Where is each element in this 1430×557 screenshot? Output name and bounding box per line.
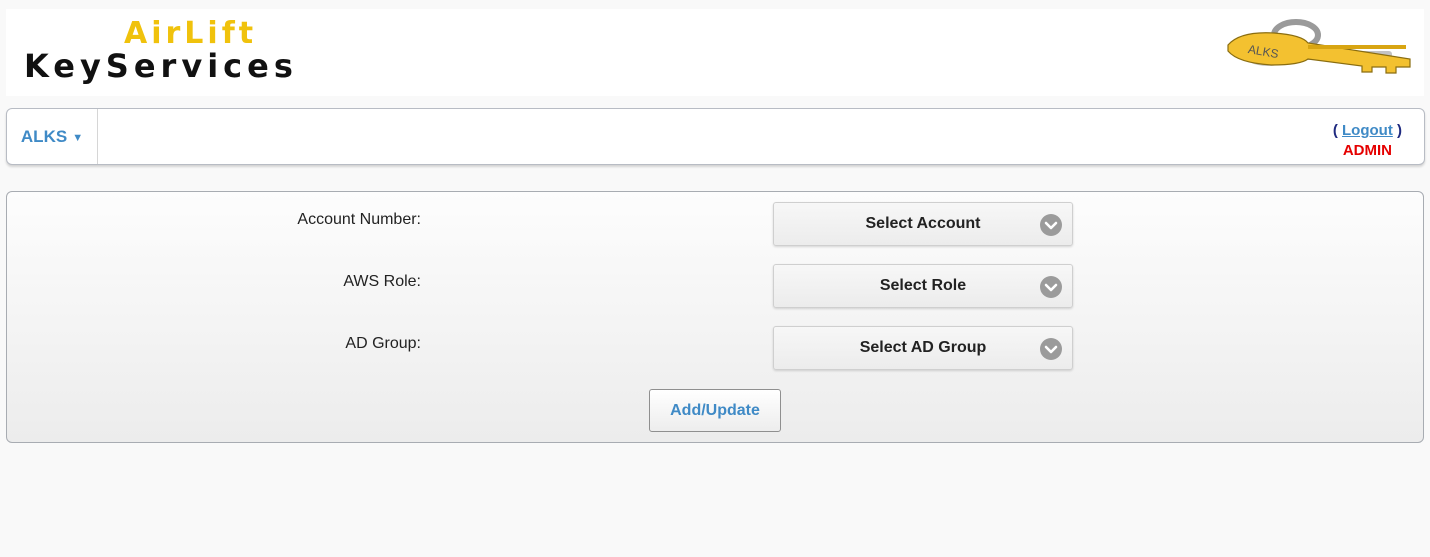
chevron-down-icon — [1040, 214, 1062, 236]
user-info: ( Logout ) ADMIN — [1333, 122, 1402, 160]
chevron-down-icon — [1040, 338, 1062, 360]
ad-group-label: AD Group: — [345, 335, 421, 352]
aws-role-select-value: Select Role — [879, 277, 967, 294]
caret-down-icon: ▼ — [72, 132, 84, 144]
account-select-value: Select Account — [865, 215, 981, 232]
role-mapping-form: Account Number: Select Account AWS Role:… — [6, 191, 1424, 443]
aws-role-select[interactable]: Select Role — [773, 264, 1073, 308]
top-navbar: ALKS ▼ ( Logout ) ADMIN — [6, 108, 1425, 165]
aws-role-label: AWS Role: — [343, 273, 421, 290]
account-select[interactable]: Select Account — [773, 202, 1073, 246]
paren-open: ( — [1332, 122, 1338, 139]
logo-title-airlift: AirLift — [124, 16, 258, 51]
menu-label: ALKS — [20, 126, 68, 146]
paren-close: ) — [1397, 122, 1402, 139]
ad-group-select-value: Select AD Group — [859, 339, 987, 356]
account-number-label: Account Number: — [297, 211, 421, 228]
ad-group-select[interactable]: Select AD Group — [773, 326, 1073, 370]
alks-menu-dropdown[interactable]: ALKS ▼ — [7, 109, 98, 164]
key-logo-icon: ALKS — [1227, 19, 1411, 74]
logout-link[interactable]: Logout — [1342, 122, 1393, 139]
header-banner: AirLift KeyServices ALKS — [6, 9, 1424, 96]
chevron-down-icon — [1040, 276, 1062, 298]
add-update-button[interactable]: Add/Update — [649, 389, 781, 432]
logo-title-keyservices: KeyServices — [24, 47, 298, 85]
user-role-label: ADMIN — [1342, 142, 1392, 159]
